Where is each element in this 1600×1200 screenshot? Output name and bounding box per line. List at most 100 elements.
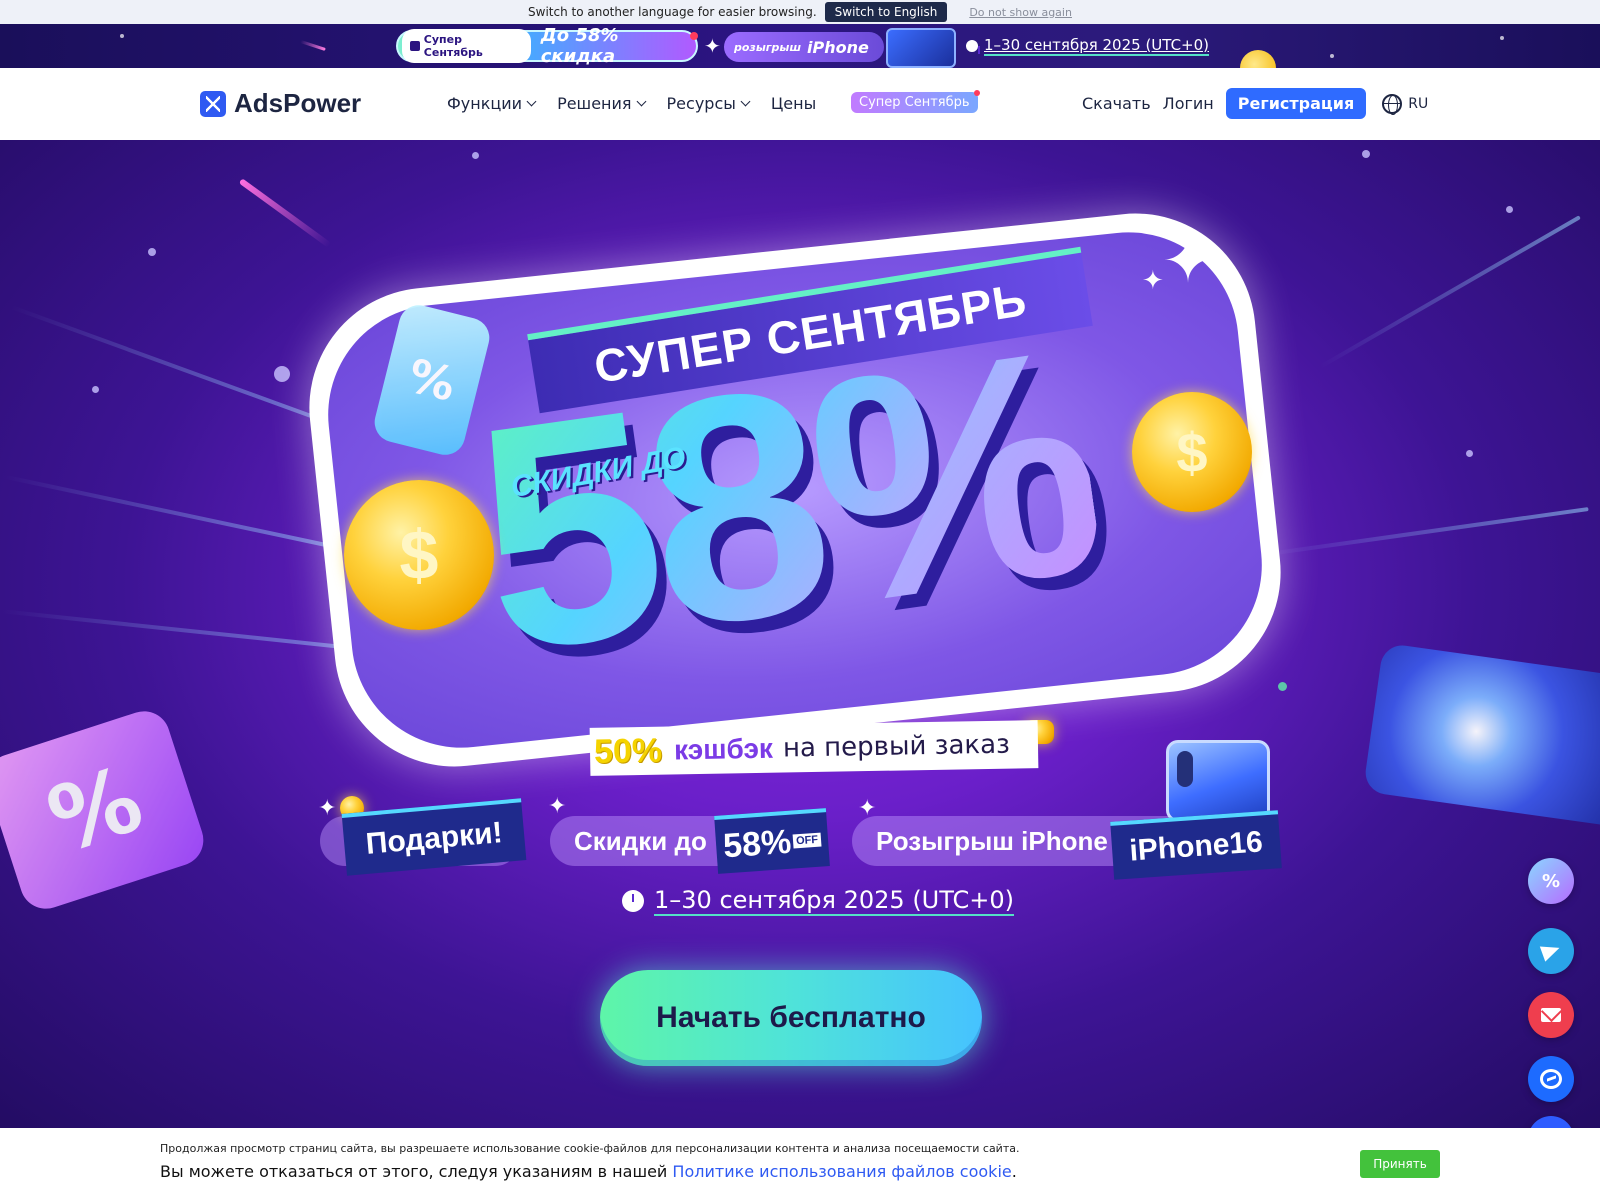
clock-icon <box>622 890 644 912</box>
sparkle-icon: ✦ <box>1142 266 1164 296</box>
cookie-text-line2: Вы можете отказаться от этого, следуя ук… <box>160 1162 1017 1181</box>
cookie-policy-link[interactable]: Политике использования файлов cookie <box>672 1162 1011 1181</box>
cookie-text-line1: Продолжая просмотр страниц сайта, вы раз… <box>160 1142 1020 1155</box>
mail-icon <box>1541 1008 1561 1022</box>
coin-image: $ <box>344 480 494 630</box>
promo-discount-pill[interactable]: Супер Сентябрь До 58% скидка <box>396 25 698 67</box>
main-nav: Функции Решения Ресурсы Цены Супер Сентя… <box>447 90 980 113</box>
discount-box: 58% OFF <box>714 808 830 874</box>
nav-item-resources[interactable]: Ресурсы <box>666 94 751 113</box>
chevron-down-icon <box>740 96 751 107</box>
nav-item-pricing[interactable]: Цены <box>771 94 816 113</box>
promo-tag-label: Супер Сентябрь <box>423 33 483 59</box>
nav-item-label: Ресурсы <box>666 94 736 113</box>
accept-cookies-button[interactable]: Принять <box>1360 1150 1440 1178</box>
star-decoration <box>120 34 124 38</box>
coin-symbol: $ <box>399 516 439 594</box>
telegram-icon <box>1539 940 1563 962</box>
star-decoration <box>92 386 99 393</box>
logo-text: AdsPower <box>234 88 362 118</box>
cashback-word: кэшбэк <box>673 732 774 766</box>
promo-strip[interactable]: Супер Сентябрь До 58% скидка ✦ розыгрыш … <box>0 24 1600 68</box>
do-not-show-again-link[interactable]: Do not show again <box>969 6 1072 19</box>
globe-icon <box>1382 93 1403 115</box>
cashback-banner: 50% кэшбэк на первый заказ <box>589 720 1039 776</box>
raffle-big-label: iPhone <box>807 37 869 57</box>
light-ray <box>3 474 357 554</box>
adspower-logo-icon <box>200 90 226 117</box>
login-link[interactable]: Логин <box>1163 94 1214 113</box>
register-button[interactable]: Регистрация <box>1225 88 1367 119</box>
star-decoration <box>472 152 479 159</box>
coin-image: $ <box>1132 392 1252 512</box>
promo-headline: До 58% скидка <box>540 25 619 67</box>
phone-decoration <box>1362 642 1600 828</box>
gift-icon <box>410 41 420 51</box>
cookie-text-prefix: Вы можете отказаться от этого, следуя ук… <box>160 1162 668 1181</box>
star-decoration <box>274 366 290 382</box>
meteor-decoration <box>300 40 326 51</box>
promo-raffle-pill[interactable]: розыгрыш iPhone <box>724 32 884 62</box>
star-decoration <box>1500 36 1504 40</box>
switch-to-english-button[interactable]: Switch to English <box>824 2 948 22</box>
telegram-button[interactable] <box>1528 928 1574 974</box>
percent-badge-icon: % <box>1541 870 1561 892</box>
clock-icon <box>966 40 980 54</box>
coin-symbol: $ <box>1176 420 1208 484</box>
nav-item-solutions[interactable]: Решения <box>557 94 646 113</box>
notification-dot <box>690 32 698 40</box>
light-ray <box>1319 215 1581 369</box>
star-decoration <box>1362 150 1370 158</box>
email-button[interactable] <box>1528 992 1574 1038</box>
language-code: RU <box>1408 95 1429 112</box>
star-decoration <box>1466 450 1473 457</box>
raffle-small-label: розыгрыш <box>734 40 802 54</box>
iphone-image <box>1166 740 1270 822</box>
campaign-date-text: 1–30 сентября 2025 (UTC+0) <box>654 886 1014 916</box>
messenger-button[interactable] <box>1528 1056 1574 1102</box>
cashback-percent: 50% <box>593 731 663 771</box>
site-header: AdsPower Функции Решения Ресурсы Цены Су… <box>0 68 1600 140</box>
iphone-label: iPhone16 <box>1110 810 1282 880</box>
chevron-down-icon <box>526 96 537 107</box>
coin-image <box>1240 50 1276 68</box>
logo[interactable]: AdsPower <box>200 88 361 119</box>
nav-item-label: Цены <box>770 94 817 113</box>
chevron-down-icon <box>636 96 646 107</box>
hero-banner: % % СУПЕР СЕНТЯБРЬ 58% 58% СКИДКИ ДО $ $… <box>0 140 1600 1130</box>
star-decoration <box>1330 54 1334 58</box>
iphone-image <box>886 28 956 68</box>
cookie-text-suffix: . <box>1011 1162 1017 1181</box>
nav-item-label: Решения <box>557 94 632 113</box>
light-ray <box>1261 507 1589 557</box>
campaign-date: 1–30 сентября 2025 (UTC+0) <box>622 886 1014 916</box>
discount-box-value: 58% <box>721 822 793 865</box>
sparkle-icon: ✦ <box>548 794 567 819</box>
star-decoration <box>148 248 156 256</box>
cookie-consent-bar: Продолжая просмотр страниц сайта, вы раз… <box>0 1128 1600 1200</box>
promo-date-text[interactable]: 1–30 сентября 2025 (UTC+0) <box>984 36 1209 56</box>
download-link[interactable]: Скачать <box>1082 94 1151 113</box>
sparkle-icon: ✦ <box>704 34 721 58</box>
messenger-icon <box>1540 1069 1562 1089</box>
start-free-button[interactable]: Начать бесплатно <box>600 970 982 1066</box>
language-switch-message: Switch to another language for easier br… <box>528 5 817 19</box>
bottle-symbol: % <box>403 348 461 412</box>
nav-item-functions[interactable]: Функции <box>447 94 537 113</box>
promo-widget-button[interactable]: % <box>1528 858 1574 904</box>
promo-tag: Супер Сентябрь <box>402 29 531 63</box>
discount-feature-text: Скидки до <box>574 826 707 856</box>
language-selector[interactable]: RU <box>1382 93 1429 115</box>
promo-date: 1–30 сентября 2025 (UTC+0) <box>966 36 1209 56</box>
super-september-badge[interactable]: Супер Сентябрь <box>851 90 980 113</box>
percent-card-decoration: % <box>0 704 211 916</box>
header-actions: Скачать Логин Регистрация RU <box>1082 88 1428 119</box>
nav-item-label: Функции <box>447 94 523 113</box>
discount-box-off: OFF <box>792 832 822 849</box>
cashback-rest: на первый заказ <box>782 729 1011 764</box>
star-decoration <box>1278 682 1287 691</box>
meteor-decoration <box>238 178 332 248</box>
sparkle-icon: ✦ <box>1162 224 1214 297</box>
language-switch-bar: Switch to another language for easier br… <box>0 0 1600 24</box>
star-decoration <box>1506 206 1513 213</box>
